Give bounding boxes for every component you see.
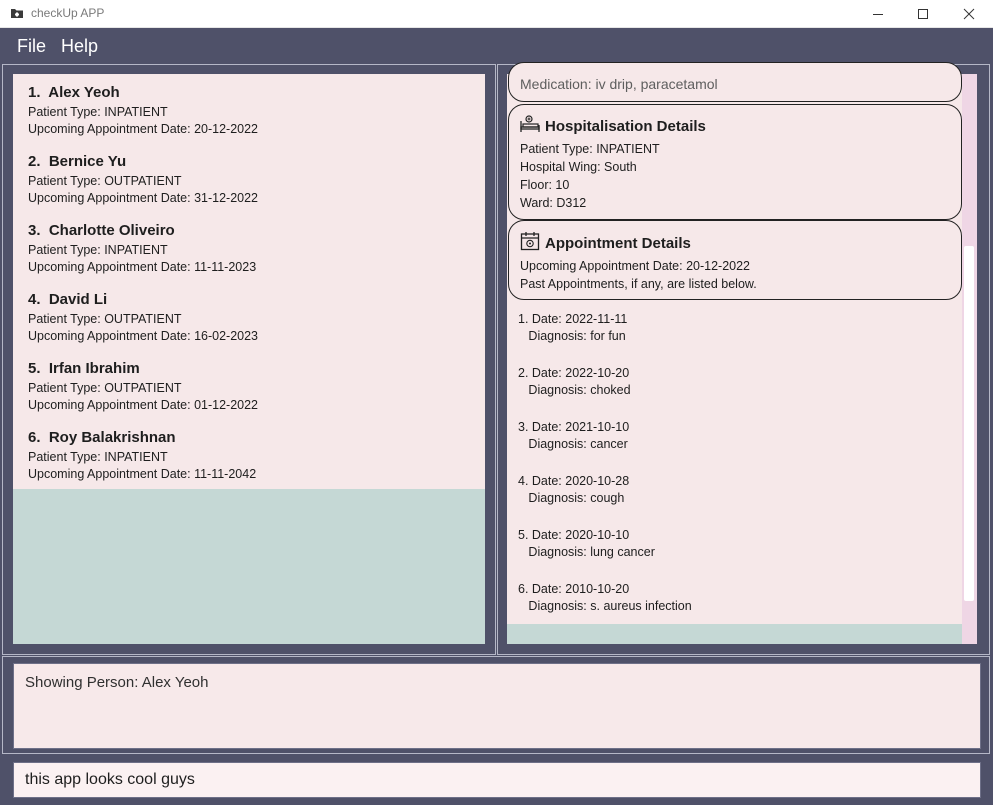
- hospitalisation-title: Hospitalisation Details: [545, 118, 706, 135]
- maximize-icon: [918, 9, 928, 19]
- past-appointment-item: 2. Date: 2022-10-20 Diagnosis: choked: [518, 365, 631, 399]
- appointment-date: 5. Date: 2020-10-10: [518, 528, 630, 542]
- patient-appointment: Upcoming Appointment Date: 11-11-2042: [28, 467, 257, 481]
- patient-name: 2. Bernice Yu: [28, 153, 127, 170]
- close-icon: [963, 8, 975, 20]
- calendar-icon: [520, 232, 540, 251]
- patient-card[interactable]: 4. David Li Patient Type: OUTPATIENT Upc…: [28, 291, 258, 342]
- detail-scrollbar[interactable]: [962, 74, 977, 644]
- patient-card[interactable]: 5. Irfan Ibrahim Patient Type: OUTPATIEN…: [28, 360, 258, 411]
- minimize-button[interactable]: [855, 0, 901, 28]
- patient-appointment: Upcoming Appointment Date: 01-12-2022: [28, 398, 259, 412]
- patient-card[interactable]: 6. Roy Balakrishnan Patient Type: INPATI…: [28, 429, 256, 480]
- past-appointment-item: 5. Date: 2020-10-10 Diagnosis: lung canc…: [518, 527, 655, 561]
- patient-appointment: Upcoming Appointment Date: 31-12-2022: [28, 191, 259, 205]
- command-input[interactable]: [14, 763, 980, 797]
- appointment-title: Appointment Details: [545, 235, 691, 252]
- appointment-date: 2. Date: 2022-10-20: [518, 366, 630, 380]
- past-appointment-item: 4. Date: 2020-10-28 Diagnosis: cough: [518, 473, 629, 507]
- close-button[interactable]: [946, 0, 992, 28]
- patient-type: Patient Type: OUTPATIENT: [28, 174, 182, 188]
- past-appointment-item: 6. Date: 2010-10-20 Diagnosis: s. aureus…: [518, 581, 692, 615]
- menu-file[interactable]: File: [17, 36, 46, 57]
- appointment-diagnosis: Diagnosis: lung cancer: [518, 545, 655, 559]
- app-folder-icon: [11, 9, 23, 18]
- title-bar: checkUp APP: [0, 0, 993, 28]
- patient-appointment: Upcoming Appointment Date: 11-11-2023: [28, 260, 257, 274]
- patient-list[interactable]: 1. Alex Yeoh Patient Type: INPATIENT Upc…: [13, 74, 485, 644]
- window-title: checkUp APP: [31, 6, 105, 20]
- appointment-date: 4. Date: 2020-10-28: [518, 474, 630, 488]
- hospitalisation-card: Hospitalisation Details Patient Type: IN…: [508, 104, 962, 220]
- menu-help[interactable]: Help: [61, 36, 98, 57]
- past-appointment-item: 1. Date: 2022-11-11 Diagnosis: for fun: [518, 311, 627, 345]
- appointment-diagnosis: Diagnosis: choked: [518, 383, 631, 397]
- appointment-diagnosis: Diagnosis: s. aureus infection: [518, 599, 692, 613]
- medication-text: Medication: iv drip, paracetamol: [520, 76, 718, 92]
- patient-list-content: 1. Alex Yeoh Patient Type: INPATIENT Upc…: [13, 74, 485, 489]
- appointment-diagnosis: Diagnosis: cough: [518, 491, 625, 505]
- hospitalisation-patient-type: Patient Type: INPATIENT: [520, 142, 660, 156]
- patient-type: Patient Type: INPATIENT: [28, 243, 168, 257]
- past-appointment-item: 3. Date: 2021-10-10 Diagnosis: cancer: [518, 419, 629, 453]
- patient-type: Patient Type: OUTPATIENT: [28, 381, 182, 395]
- minimize-icon: [873, 14, 883, 15]
- detail-scrollbar-thumb[interactable]: [964, 246, 974, 601]
- patient-name: 5. Irfan Ibrahim: [28, 360, 140, 377]
- hospital-floor: Floor: 10: [520, 178, 570, 192]
- patient-appointment: Upcoming Appointment Date: 16-02-2023: [28, 329, 259, 343]
- patient-name: 6. Roy Balakrishnan: [28, 429, 176, 446]
- menu-bar: File Help: [0, 29, 993, 63]
- patient-type: Patient Type: INPATIENT: [28, 450, 168, 464]
- hospital-wing: Hospital Wing: South: [520, 160, 637, 174]
- appointment-card: Appointment Details Upcoming Appointment…: [508, 220, 962, 300]
- patient-name: 1. Alex Yeoh: [28, 84, 120, 101]
- appointment-date: 3. Date: 2021-10-10: [518, 420, 630, 434]
- result-display: Showing Person: Alex Yeoh: [13, 663, 981, 749]
- patient-name: 4. David Li: [28, 291, 108, 308]
- patient-detail: Medication: iv drip, paracetamol Hospita…: [507, 62, 977, 644]
- patient-name: 3. Charlotte Oliveiro: [28, 222, 175, 239]
- patient-detail-content: Medication: iv drip, paracetamol Hospita…: [507, 62, 962, 624]
- hospital-bed-icon: [520, 115, 540, 132]
- patient-type: Patient Type: OUTPATIENT: [28, 312, 182, 326]
- patient-type: Patient Type: INPATIENT: [28, 105, 168, 119]
- appointment-date: 1. Date: 2022-11-11: [518, 312, 628, 326]
- maximize-button[interactable]: [900, 0, 946, 28]
- result-text: Showing Person: Alex Yeoh: [25, 674, 209, 691]
- medication-card: Medication: iv drip, paracetamol: [508, 62, 962, 102]
- hospital-ward: Ward: D312: [520, 196, 587, 210]
- past-appointments-note: Past Appointments, if any, are listed be…: [520, 277, 757, 291]
- appointment-date: 6. Date: 2010-10-20: [518, 582, 630, 596]
- patient-appointment: Upcoming Appointment Date: 20-12-2022: [28, 122, 259, 136]
- patient-card[interactable]: 1. Alex Yeoh Patient Type: INPATIENT Upc…: [28, 84, 258, 135]
- appointment-diagnosis: Diagnosis: cancer: [518, 437, 628, 451]
- appointment-diagnosis: Diagnosis: for fun: [518, 329, 626, 343]
- command-box: [13, 762, 981, 798]
- upcoming-appointment: Upcoming Appointment Date: 20-12-2022: [520, 259, 751, 273]
- patient-card[interactable]: 3. Charlotte Oliveiro Patient Type: INPA…: [28, 222, 256, 273]
- patient-card[interactable]: 2. Bernice Yu Patient Type: OUTPATIENT U…: [28, 153, 258, 204]
